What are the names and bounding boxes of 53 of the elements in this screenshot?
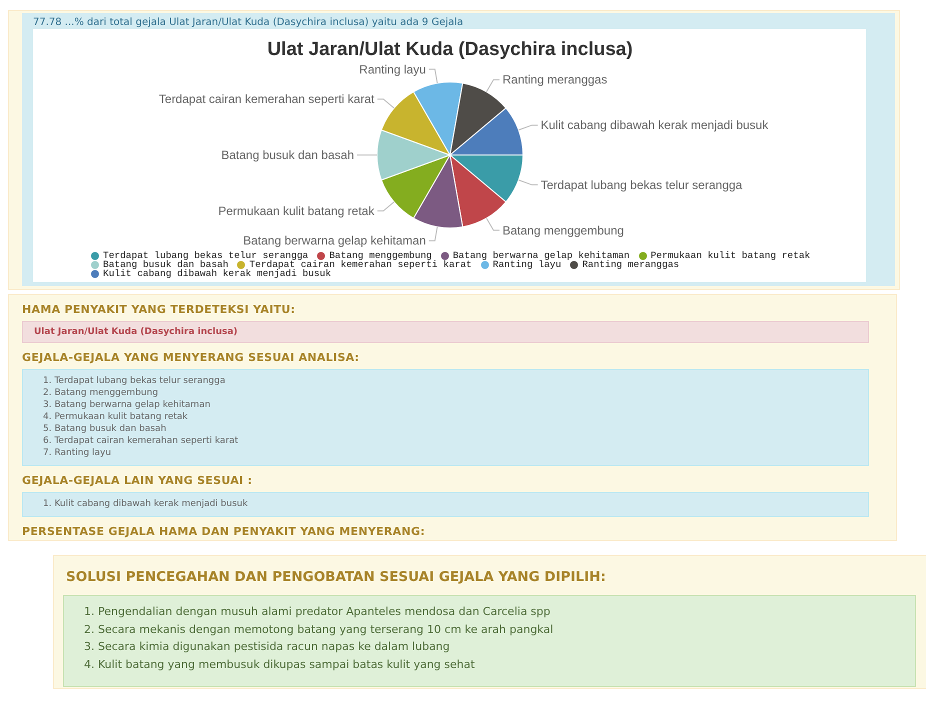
- slice-label: Batang menggembung: [502, 223, 624, 238]
- legend-dot: [638, 252, 647, 260]
- legend-label: Ranting layu: [492, 260, 562, 269]
- slice-label: Kulit cabang dibawah kerak menjadi busuk: [540, 118, 768, 132]
- leader-line: [428, 68, 438, 84]
- symptom-item: 2. Batang menggembung: [43, 387, 160, 399]
- slice-label: Terdapat cairan kemerahan seperti karat: [158, 92, 374, 106]
- legend-label: Batang berwarna gelap kehitaman: [452, 251, 630, 260]
- legend-label: Terdapat cairan kemerahan seperti karat: [249, 260, 472, 269]
- section-heading: PERSENTASE GEJALA HAMA DAN PENYAKIT YANG MENYERANG:: [22, 525, 426, 538]
- section-heading: GEJALA-GEJALA YANG MENYERANG SESUAI ANALISA:: [22, 351, 360, 364]
- detected-pest-alert: Ulat Jaran/Ulat Kuda (Dasychira inclusa): [22, 321, 869, 343]
- legend-label: Terdapat lubang bekas telur serangga: [103, 251, 308, 260]
- leader-line: [376, 201, 395, 212]
- leader-line: [376, 98, 395, 109]
- slice-label: Ranting layu: [359, 62, 426, 76]
- slice-label: Permukaan kulit batang retak: [218, 204, 374, 218]
- legend-label: Ranting meranggas: [582, 260, 680, 269]
- section-heading: GEJALA-GEJALA LAIN YANG SESUAI :: [22, 474, 254, 487]
- legend-dot: [237, 260, 246, 268]
- slice-label: Ranting meranggas: [502, 72, 608, 87]
- legend-dot: [317, 252, 326, 260]
- solution-item: 4. Kulit batang yang membusuk dikupas sampai batas kulit yang sehat: [84, 656, 476, 672]
- symptom-item: 6. Terdapat cairan kemerahan seperti karat: [43, 435, 240, 447]
- legend-dot: [570, 260, 578, 268]
- summary-text: 77.78 ...% dari total gejala Ulat Jaran/Ulat Kuda (Dasychira inclusa) yaitu ada 9 Gejala: [33, 16, 464, 29]
- solution-item: 2. Secara mekanis dengan memotong batang yang terserang 10 cm ke arah pangkal: [84, 622, 554, 638]
- section-heading: SOLUSI PENCEGAHAN DAN PENGOBATAN SESUAI GEJALA YANG DIPILIH:: [66, 569, 607, 585]
- leader-line: [486, 79, 500, 92]
- symptom-item: 1. Kulit cabang dibawah kerak menjadi busuk: [43, 498, 249, 510]
- symptom-item: 3. Batang berwarna gelap kehitaman: [43, 399, 212, 411]
- chart-title: Ulat Jaran/Ulat Kuda (Dasychira inclusa): [267, 39, 633, 60]
- legend-label: Kulit cabang dibawah kerak menjadi busuk: [103, 269, 332, 278]
- leader-line: [518, 124, 538, 130]
- legend-label: Batang menggembung: [329, 251, 432, 260]
- legend-dot: [480, 260, 489, 268]
- leader-line: [428, 226, 438, 242]
- legend-label: Batang busuk dan basah: [103, 260, 228, 269]
- leader-line: [356, 154, 378, 156]
- legend-dot: [440, 252, 449, 260]
- leader-line: [518, 180, 538, 186]
- slice-label: Batang berwarna gelap kehitaman: [243, 234, 426, 247]
- slice-label: Batang busuk dan basah: [221, 148, 354, 162]
- leader-line: [486, 218, 500, 231]
- symptom-item: 4. Permukaan kulit batang retak: [43, 411, 189, 423]
- slice-label: Terdapat lubang bekas telur serangga: [540, 178, 742, 192]
- legend-label: Permukaan kulit batang retak: [650, 251, 810, 260]
- symptom-item: 7. Ranting layu: [43, 447, 112, 459]
- symptom-item: 5. Batang busuk dan basah: [43, 423, 168, 435]
- solution-item: 1. Pengendalian dengan musuh alami predator Apanteles mendosa dan Carcelia spp: [84, 604, 552, 620]
- solution-item: 3. Secara kimia digunakan pestisida racun napas ke dalam lubang: [84, 639, 451, 655]
- section-heading: HAMA PENYAKIT YANG TERDETEKSI YAITU:: [22, 303, 296, 316]
- symptom-item: 1. Terdapat lubang bekas telur serangga: [43, 375, 226, 387]
